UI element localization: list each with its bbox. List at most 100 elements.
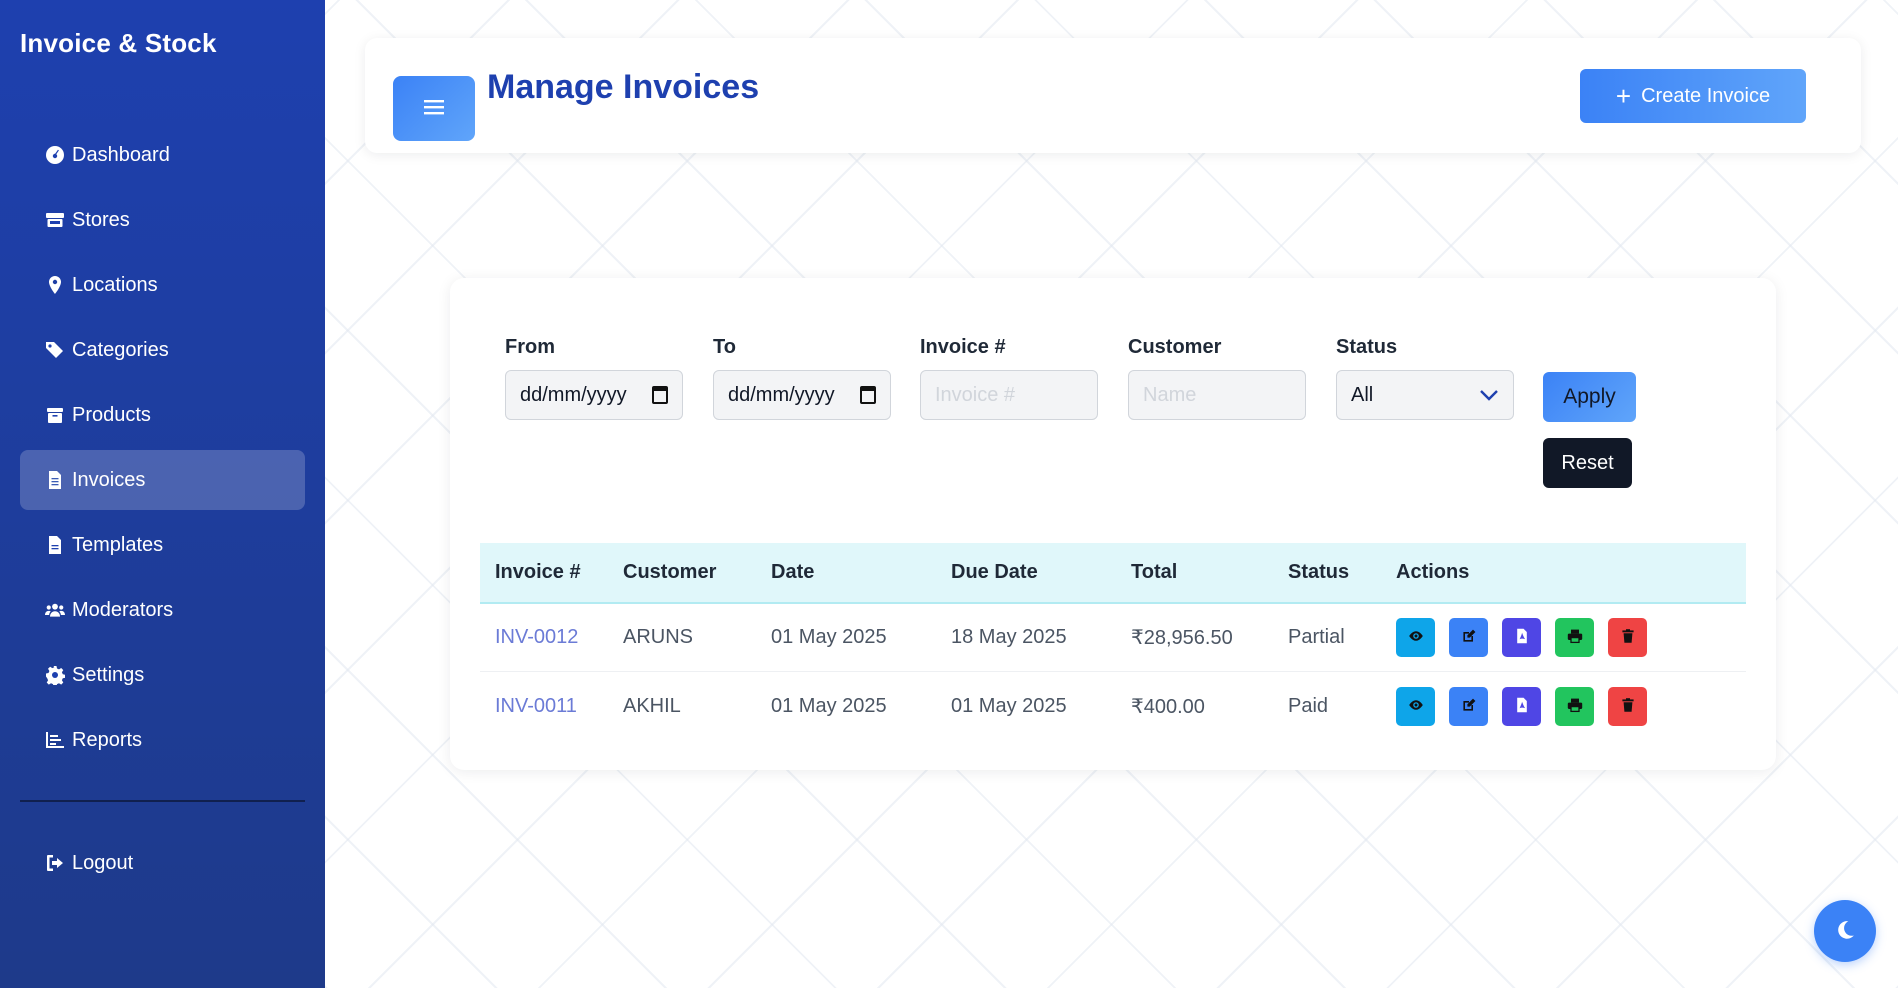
delete-button[interactable] [1608, 618, 1647, 657]
sidebar-item-templates[interactable]: Templates [20, 515, 305, 575]
customer-label: Customer [1128, 336, 1222, 358]
box-icon [44, 404, 66, 426]
logout-icon [44, 852, 66, 874]
file-pdf-icon [1514, 697, 1530, 716]
file-pdf-icon [1514, 628, 1530, 647]
sidebar-item-moderators[interactable]: Moderators [20, 580, 305, 640]
total-cell: ₹28,956.50 [1131, 627, 1233, 649]
view-button[interactable] [1396, 686, 1435, 726]
print-button[interactable] [1555, 686, 1594, 726]
invoice-link[interactable]: INV-0012 [495, 626, 578, 648]
sidebar-item-reports[interactable]: Reports [20, 710, 305, 770]
column-header: Customer [623, 561, 717, 583]
sidebar-item-label: Logout [72, 851, 134, 874]
date-cell: 01 May 2025 [771, 694, 887, 717]
sidebar-item-label: Dashboard [72, 143, 170, 166]
column-header: Status [1288, 561, 1350, 583]
sidebar-item-logout[interactable]: Logout [20, 833, 305, 893]
column-header: Actions [1396, 561, 1470, 583]
status-label: Status [1336, 336, 1398, 358]
sidebar-item-settings[interactable]: Settings [20, 645, 305, 705]
menu-toggle-button[interactable] [393, 76, 475, 141]
invoice-number-input[interactable]: Invoice # [920, 370, 1098, 420]
table-row: INV-0011 AKHIL 01 May 2025 01 May 2025 ₹… [480, 672, 1746, 740]
customer-cell: ARUNS [623, 626, 694, 648]
total-cell: ₹400.00 [1131, 695, 1205, 718]
reset-button[interactable]: Reset [1543, 438, 1632, 488]
users-icon [44, 599, 66, 621]
eye-icon [1408, 628, 1424, 647]
from-date-input[interactable]: dd/mm/yyyy [505, 370, 683, 420]
customer-name-input[interactable]: Name [1128, 370, 1306, 420]
sidebar-item-dashboard[interactable]: Dashboard [20, 125, 305, 185]
edit-button[interactable] [1449, 618, 1488, 657]
sidebar-item-label: Locations [72, 273, 158, 296]
dashboard-icon [44, 144, 66, 166]
from-date-value: dd/mm/yyyy [520, 383, 627, 406]
store-icon [44, 209, 66, 231]
column-header: Invoice # [495, 561, 581, 583]
pdf-button[interactable] [1502, 618, 1541, 657]
sidebar-item-label: Settings [72, 663, 145, 686]
apply-button[interactable]: Apply [1543, 372, 1636, 422]
customer-placeholder: Name [1143, 383, 1197, 406]
sidebar-item-locations[interactable]: Locations [20, 255, 305, 315]
trash-icon [1620, 697, 1636, 716]
due-date-cell: 18 May 2025 [951, 626, 1067, 648]
from-label: From [505, 336, 555, 358]
table-header: Invoice # Customer Date Due Date Total S… [480, 543, 1746, 604]
actions-cell [1396, 686, 1746, 726]
pdf-button[interactable] [1502, 686, 1541, 726]
filter-customer: Customer Name [1128, 336, 1306, 420]
calendar-icon[interactable] [860, 386, 876, 404]
moon-icon [1834, 919, 1856, 944]
table-row: INV-0012 ARUNS 01 May 2025 18 May 2025 ₹… [480, 604, 1746, 672]
invoices-panel: From dd/mm/yyyy To dd/mm/yyyy Invoice # … [450, 278, 1776, 770]
sidebar-item-stores[interactable]: Stores [20, 190, 305, 250]
status-cell: Partial [1288, 626, 1345, 648]
invoice-placeholder: Invoice # [935, 383, 1016, 406]
edit-icon [1461, 628, 1477, 647]
tags-icon [44, 339, 66, 361]
chevron-down-icon [1479, 384, 1499, 407]
brand-title: Invoice & Stock [20, 28, 217, 58]
due-date-cell: 01 May 2025 [951, 694, 1067, 717]
sidebar-item-label: Templates [72, 533, 164, 556]
theme-toggle-button[interactable] [1814, 900, 1876, 962]
filter-from: From dd/mm/yyyy [505, 336, 683, 420]
create-invoice-button[interactable]: + Create Invoice [1580, 69, 1806, 123]
gear-icon [44, 664, 66, 686]
sidebar-item-label: Products [72, 403, 151, 426]
sidebar: Invoice & Stock Dashboard Stores Locatio… [0, 0, 325, 988]
sidebar-item-products[interactable]: Products [20, 385, 305, 445]
column-header: Total [1131, 561, 1178, 583]
status-select[interactable]: All [1336, 370, 1514, 420]
sidebar-item-categories[interactable]: Categories [20, 320, 305, 380]
location-pin-icon [44, 274, 66, 296]
sidebar-nav: Dashboard Stores Locations Categories Pr… [20, 125, 305, 775]
hamburger-icon [424, 98, 444, 119]
to-date-input[interactable]: dd/mm/yyyy [713, 370, 891, 420]
invoice-link[interactable]: INV-0011 [495, 695, 577, 717]
print-button[interactable] [1555, 618, 1594, 657]
plus-icon: + [1615, 81, 1632, 111]
customer-cell: AKHIL [623, 694, 681, 717]
delete-button[interactable] [1608, 686, 1647, 726]
invoices-table: Invoice # Customer Date Due Date Total S… [480, 543, 1746, 740]
sidebar-item-label: Invoices [72, 468, 146, 491]
printer-icon [1567, 697, 1583, 716]
file-invoice-icon [44, 469, 66, 491]
file-icon [44, 534, 66, 556]
column-header: Date [771, 561, 815, 583]
filter-status: Status All [1336, 336, 1514, 420]
sidebar-item-invoices[interactable]: Invoices [20, 450, 305, 510]
calendar-icon[interactable] [652, 386, 668, 404]
sidebar-item-label: Stores [72, 208, 130, 231]
to-label: To [713, 336, 736, 358]
sidebar-item-label: Reports [72, 728, 143, 751]
edit-button[interactable] [1449, 686, 1488, 726]
sidebar-divider [20, 800, 305, 802]
status-value: All [1351, 383, 1374, 406]
view-button[interactable] [1396, 618, 1435, 657]
sidebar-item-label: Categories [72, 338, 169, 361]
